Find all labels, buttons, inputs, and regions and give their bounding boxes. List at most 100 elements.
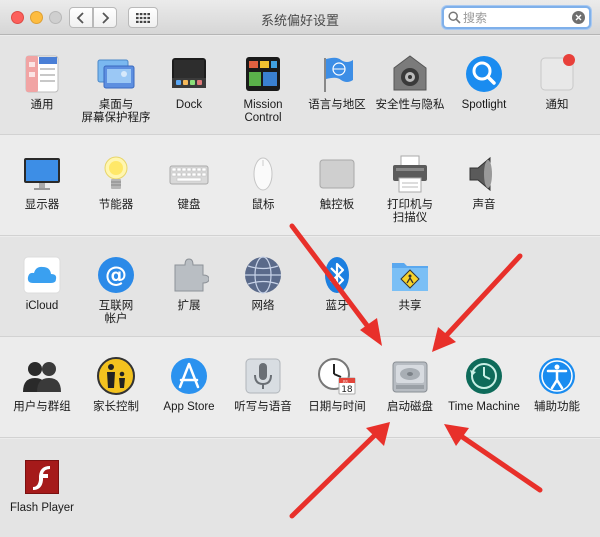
trackpad-icon: [317, 154, 357, 194]
pane-trackpad[interactable]: 触控板: [300, 154, 374, 212]
pane-extensions[interactable]: 扩展: [152, 255, 226, 313]
pane-security-privacy[interactable]: 安全性与隐私: [373, 54, 447, 112]
zoom-window-button[interactable]: [49, 11, 62, 24]
pane-date-time[interactable]: JUL 18 日期与时间: [300, 356, 374, 414]
pane-mouse[interactable]: 鼠标: [226, 154, 300, 212]
pane-label: Spotlight: [461, 99, 507, 111]
pane-label: 启动磁盘: [387, 401, 433, 413]
pane-notifications[interactable]: 通知: [520, 54, 594, 112]
pane-label: 安全性与隐私: [375, 99, 445, 111]
dock-icon: [169, 54, 209, 94]
pane-app-store[interactable]: App Store: [152, 356, 226, 414]
printers-scanners-icon: [390, 154, 430, 194]
pane-label: Time Machine: [448, 401, 520, 413]
pane-icloud[interactable]: iCloud: [5, 255, 79, 313]
pane-label: 网络: [251, 300, 275, 312]
clear-search-button[interactable]: [572, 11, 585, 24]
pane-displays[interactable]: 显示器: [5, 154, 79, 212]
internet-accounts-icon: @: [96, 255, 136, 295]
pane-time-machine[interactable]: Time Machine: [447, 356, 521, 414]
pane-label: 通用: [30, 99, 54, 111]
pane-internet-accounts[interactable]: @ 互联网 帐户: [79, 255, 153, 326]
pane-users-groups[interactable]: 用户与群组: [5, 356, 79, 414]
pane-label: Mission Control: [243, 99, 283, 124]
accessibility-icon: [537, 356, 577, 396]
pane-label: 家长控制: [93, 401, 139, 413]
pane-label: 蓝牙: [325, 300, 349, 312]
pane-dictation-speech[interactable]: 听写与语音: [226, 356, 300, 414]
pane-label: 通知: [545, 99, 569, 111]
pane-label: 日期与时间: [308, 401, 366, 413]
energy-saver-icon: [96, 154, 136, 194]
time-machine-icon: [464, 356, 504, 396]
chevron-right-icon: [102, 11, 110, 24]
svg-text:@: @: [105, 263, 127, 288]
preferences-row-other: Flash Player: [0, 439, 600, 537]
bluetooth-icon: [317, 255, 357, 295]
pane-dock[interactable]: Dock: [152, 54, 226, 112]
pane-mission-control[interactable]: Mission Control: [226, 54, 300, 125]
chevron-left-icon: [76, 11, 84, 24]
forward-button[interactable]: [93, 7, 117, 28]
parental-controls-icon: [96, 356, 136, 396]
pane-sound[interactable]: 声音: [447, 154, 521, 212]
pane-label: App Store: [163, 401, 215, 413]
pane-bluetooth[interactable]: 蓝牙: [300, 255, 374, 313]
calendar-day: 18: [341, 385, 353, 395]
show-all-button[interactable]: [128, 7, 158, 28]
pane-label: 桌面与 屏幕保护程序: [81, 99, 151, 124]
pane-label: 键盘: [177, 199, 201, 211]
pane-label: iCloud: [25, 300, 59, 312]
pane-label: 互联网 帐户: [98, 300, 134, 325]
pane-startup-disk[interactable]: 启动磁盘: [373, 356, 447, 414]
pane-accessibility[interactable]: 辅助功能: [520, 356, 594, 414]
language-region-icon: [317, 54, 357, 94]
pane-label: 用户与群组: [13, 401, 71, 413]
pane-label: 触控板: [319, 199, 355, 211]
close-window-button[interactable]: [11, 11, 24, 24]
pane-spotlight[interactable]: Spotlight: [447, 54, 521, 112]
window-title: 系统偏好设置: [260, 13, 339, 28]
grid-icon: [136, 12, 150, 23]
back-button[interactable]: [69, 7, 93, 28]
pane-flash-player[interactable]: Flash Player: [5, 457, 79, 515]
pane-label: 语言与地区: [308, 99, 366, 111]
search-input[interactable]: [463, 9, 573, 26]
network-icon: [243, 255, 283, 295]
minimize-window-button[interactable]: [30, 11, 43, 24]
preferences-row-hardware: 显示器 节能器 键盘 鼠标 触控板 打印机与 扫描仪 声音: [0, 136, 600, 236]
mouse-icon: [243, 154, 283, 194]
pane-keyboard[interactable]: 键盘: [152, 154, 226, 212]
search-field[interactable]: [442, 6, 591, 29]
displays-icon: [22, 154, 62, 194]
pane-sharing[interactable]: 共享: [373, 255, 447, 313]
pane-energy-saver[interactable]: 节能器: [79, 154, 153, 212]
pane-parental-controls[interactable]: 家长控制: [79, 356, 153, 414]
pane-label: 扩展: [177, 300, 201, 312]
mission-control-icon: [243, 54, 283, 94]
icloud-icon: [22, 255, 62, 295]
pane-label: Flash Player: [10, 502, 74, 514]
preferences-row-system: 用户与群组 家长控制 App Store 听写与语音 JUL 18 日期与时间 …: [0, 338, 600, 438]
flash-player-icon: [22, 457, 62, 497]
preferences-row-personal: 通用 桌面与 屏幕保护程序 Dock Mission Control 语言与地区…: [0, 36, 600, 135]
keyboard-icon: [169, 154, 209, 194]
pane-language-region[interactable]: 语言与地区: [300, 54, 374, 112]
pane-desktop-screensaver[interactable]: 桌面与 屏幕保护程序: [79, 54, 153, 125]
sound-icon: [464, 154, 504, 194]
pane-label: 共享: [398, 300, 422, 312]
search-icon: [448, 11, 461, 24]
pane-printers-scanners[interactable]: 打印机与 扫描仪: [373, 154, 447, 225]
pane-label: 打印机与 扫描仪: [387, 199, 433, 224]
notifications-icon: [537, 54, 577, 94]
security-privacy-icon: [390, 54, 430, 94]
app-store-icon: [169, 356, 209, 396]
users-groups-icon: [22, 356, 62, 396]
pane-label: 听写与语音: [234, 401, 292, 413]
startup-disk-icon: [390, 356, 430, 396]
close-icon: [575, 14, 582, 21]
calendar-month: JUL: [342, 379, 348, 383]
preferences-row-internet: iCloud @ 互联网 帐户 扩展 网络 蓝牙 共享: [0, 237, 600, 337]
pane-network[interactable]: 网络: [226, 255, 300, 313]
pane-general[interactable]: 通用: [5, 54, 79, 112]
